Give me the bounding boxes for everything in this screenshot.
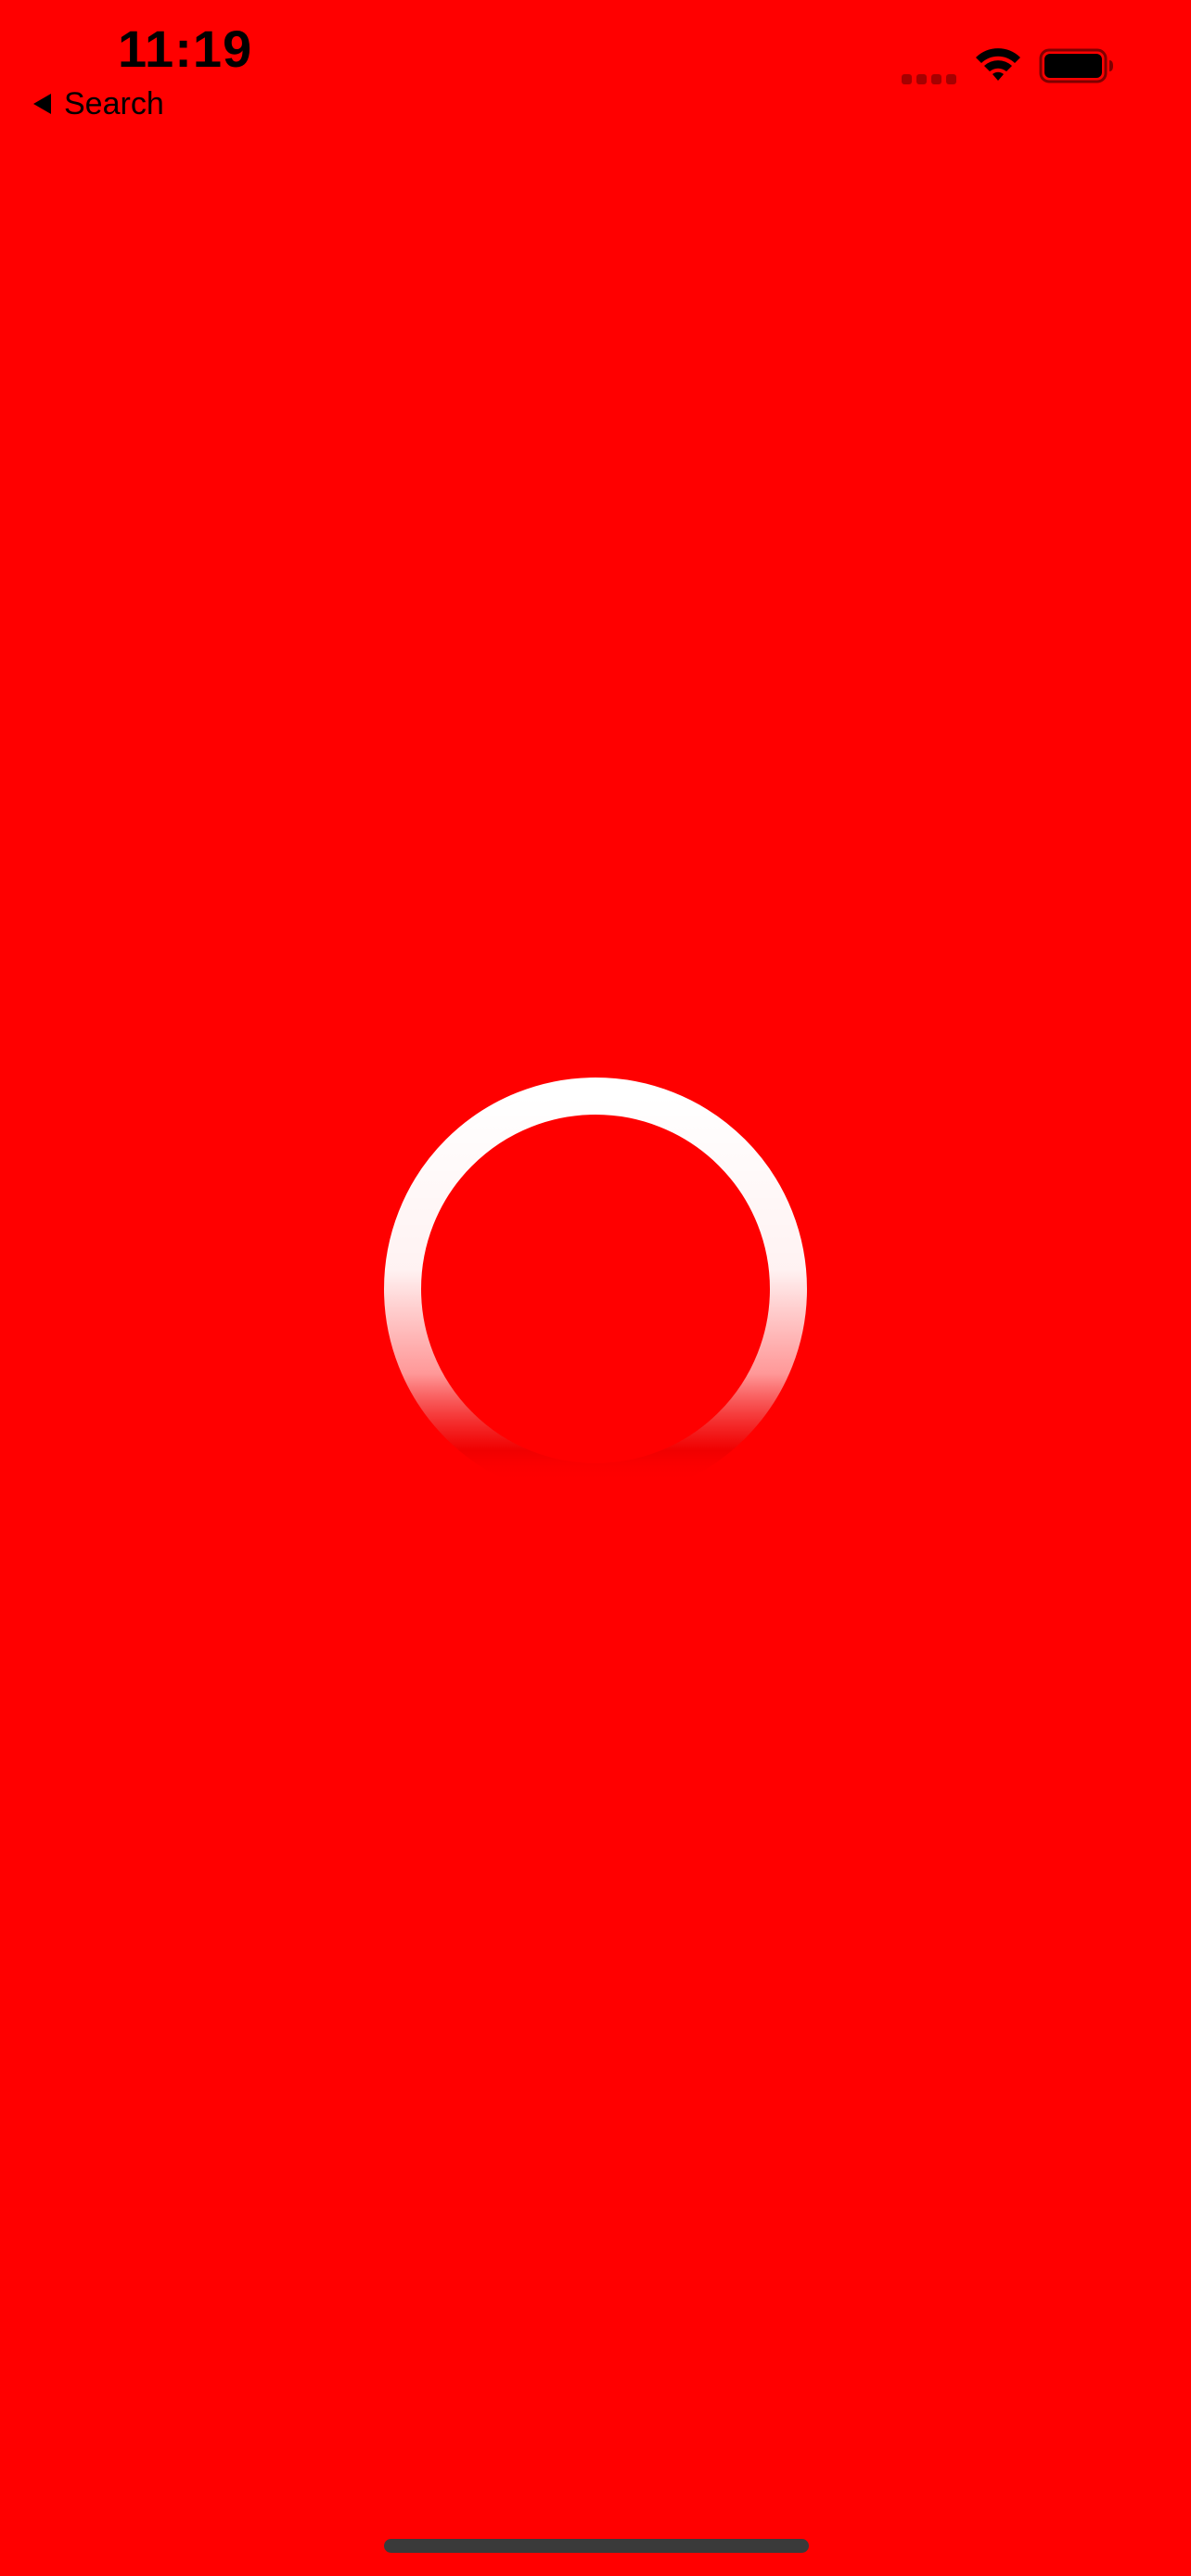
wifi-icon — [976, 48, 1020, 81]
signal-bar — [946, 74, 956, 84]
loading-spinner-icon — [384, 1078, 807, 1500]
signal-bar — [931, 74, 941, 84]
status-time: 11:19 — [118, 19, 253, 78]
app-screen: 11:19 Search — [0, 0, 1191, 2576]
status-bar: 11:19 Search — [0, 0, 1191, 130]
cellular-signal-icon — [902, 74, 957, 87]
signal-bar — [916, 74, 927, 84]
back-arrow-icon — [33, 94, 51, 114]
home-indicator[interactable] — [384, 2539, 809, 2553]
signal-bar — [902, 74, 912, 84]
back-to-search-link[interactable]: Search — [33, 82, 164, 126]
battery-icon — [1039, 48, 1113, 83]
back-link-label: Search — [64, 86, 164, 121]
